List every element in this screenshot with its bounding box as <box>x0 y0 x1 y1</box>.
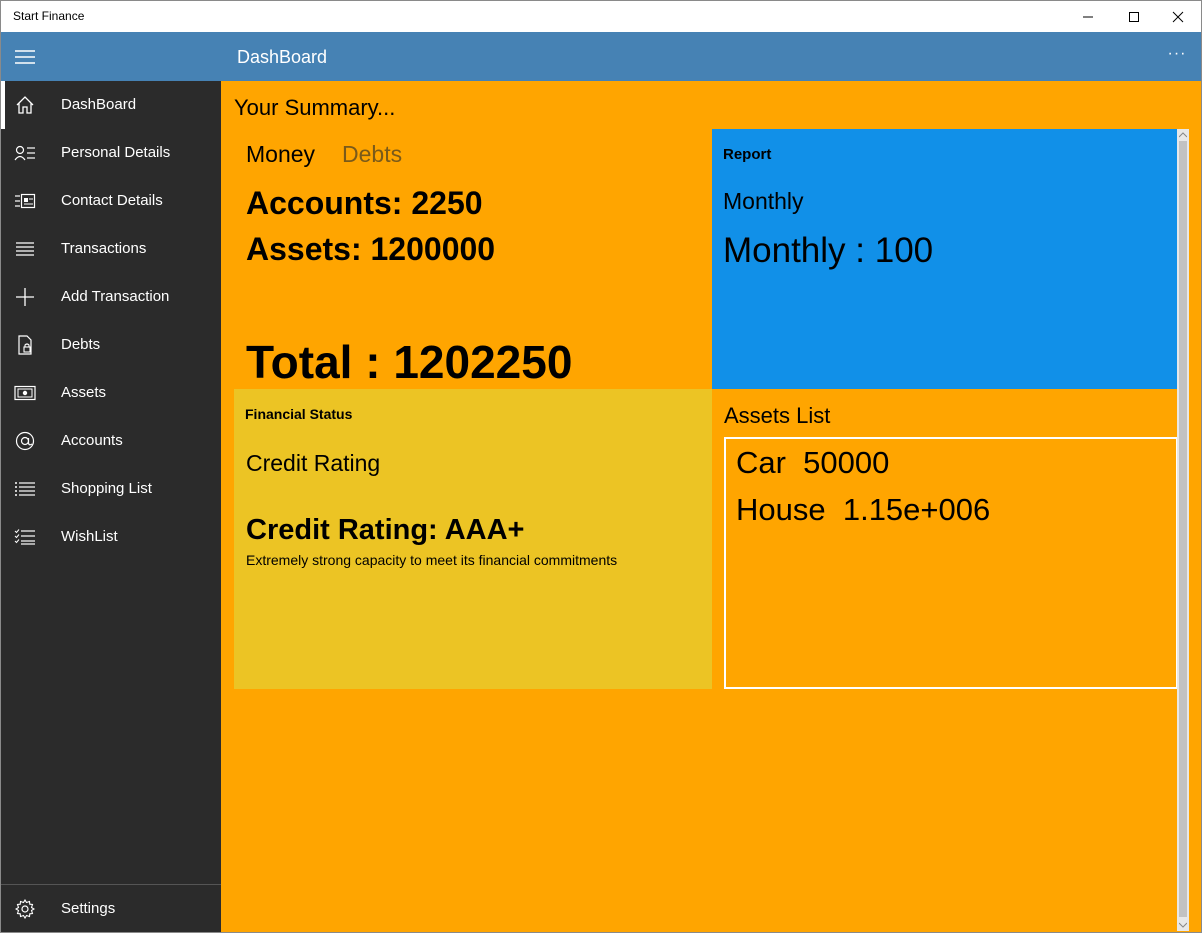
summary-title: Your Summary... <box>234 95 396 120</box>
sidebar-item-label: Add Transaction <box>61 288 170 305</box>
sidebar-item-label: Contact Details <box>61 192 163 209</box>
minimize-button[interactable] <box>1065 1 1111 32</box>
sidebar-item-wishlist[interactable]: WishList <box>1 513 221 561</box>
at-icon <box>14 431 36 451</box>
status-title: Financial Status <box>245 406 353 422</box>
gear-icon <box>14 899 36 919</box>
credit-rating-description: Extremely strong capacity to meet its fi… <box>246 552 618 568</box>
hamburger-menu-button[interactable] <box>1 32 49 81</box>
money-panel: Money Debts Accounts: 2250 Assets: 12000… <box>234 129 712 389</box>
credit-rating: Credit Rating: AAA+ <box>246 514 525 546</box>
list-item[interactable]: Car 50000 <box>736 445 889 481</box>
sidebar-item-label: Transactions <box>61 240 147 257</box>
financial-status-panel: Financial Status Credit Rating Credit Ra… <box>234 389 712 689</box>
report-title: Report <box>723 146 772 163</box>
report-subtitle: Monthly <box>723 188 804 214</box>
list-icon <box>14 239 36 259</box>
scroll-down-arrow[interactable] <box>1177 919 1189 931</box>
assets-list-title: Assets List <box>724 403 831 428</box>
sidebar-item-label: Personal Details <box>61 144 171 161</box>
title-bar: Start Finance <box>1 1 1201 32</box>
scrollbar-thumb[interactable] <box>1179 141 1187 917</box>
window-title: Start Finance <box>13 9 85 23</box>
assets-listbox[interactable]: Car 50000 House 1.15e+006 <box>724 437 1178 689</box>
app-header: DashBoard ··· <box>1 32 1201 81</box>
vertical-scrollbar[interactable] <box>1177 129 1189 931</box>
plus-icon <box>14 287 36 307</box>
minimize-icon <box>1083 16 1093 17</box>
close-button[interactable] <box>1155 1 1201 32</box>
sidebar-item-label: DashBoard <box>61 96 137 113</box>
grand-total: Total : 1202250 <box>246 336 573 388</box>
address-book-icon <box>14 191 36 211</box>
contact-card-icon <box>14 143 36 163</box>
maximize-button[interactable] <box>1111 1 1157 32</box>
sidebar-nav: DashBoard Personal Details Contact Detai… <box>1 81 221 932</box>
sidebar-item-label: Settings <box>61 900 116 917</box>
checklist-icon <box>14 527 36 547</box>
sidebar-item-debts[interactable]: Debts <box>1 321 221 369</box>
app-window: Start Finance DashBoard ··· DashBoard Pe… <box>0 0 1202 933</box>
sidebar-item-transactions[interactable]: Transactions <box>1 225 221 273</box>
maximize-icon <box>1129 11 1139 22</box>
main-content: Your Summary... Money Debts Accounts: 22… <box>221 81 1201 932</box>
list-item[interactable]: House 1.15e+006 <box>736 492 990 528</box>
bulleted-list-icon <box>14 479 36 499</box>
status-subtitle: Credit Rating <box>246 450 381 476</box>
sidebar-item-assets[interactable]: Assets <box>1 369 221 417</box>
sidebar-item-shopping-list[interactable]: Shopping List <box>1 465 221 513</box>
sidebar-item-label: Debts <box>61 336 101 353</box>
sidebar-item-label: Shopping List <box>61 480 152 497</box>
sidebar-item-accounts[interactable]: Accounts <box>1 417 221 465</box>
report-value: Monthly : 100 <box>723 231 934 270</box>
sidebar-item-personal-details[interactable]: Personal Details <box>1 129 221 177</box>
page-title: DashBoard <box>237 47 328 67</box>
tab-debts[interactable]: Debts <box>342 141 402 168</box>
report-panel: Report Monthly Monthly : 100 <box>712 129 1178 389</box>
sidebar-item-contact-details[interactable]: Contact Details <box>1 177 221 225</box>
tab-money[interactable]: Money <box>246 141 315 168</box>
accounts-total: Accounts: 2250 <box>246 185 483 221</box>
sidebar-item-label: Accounts <box>61 432 123 449</box>
sidebar-item-add-transaction[interactable]: Add Transaction <box>1 273 221 321</box>
home-icon <box>14 95 36 115</box>
sidebar-item-settings[interactable]: Settings <box>1 885 221 932</box>
sidebar-item-label: WishList <box>61 528 118 545</box>
assets-total: Assets: 1200000 <box>246 231 496 267</box>
sidebar-item-label: Assets <box>61 384 107 401</box>
close-icon <box>1172 11 1184 22</box>
hamburger-icon <box>15 49 35 64</box>
more-options-button[interactable]: ··· <box>1161 40 1193 72</box>
lock-document-icon <box>14 335 36 355</box>
money-icon <box>14 383 36 403</box>
scroll-up-arrow[interactable] <box>1177 129 1189 141</box>
sidebar-item-dashboard[interactable]: DashBoard <box>1 81 221 129</box>
assets-list-panel: Assets List Car 50000 House 1.15e+006 <box>712 389 1178 689</box>
